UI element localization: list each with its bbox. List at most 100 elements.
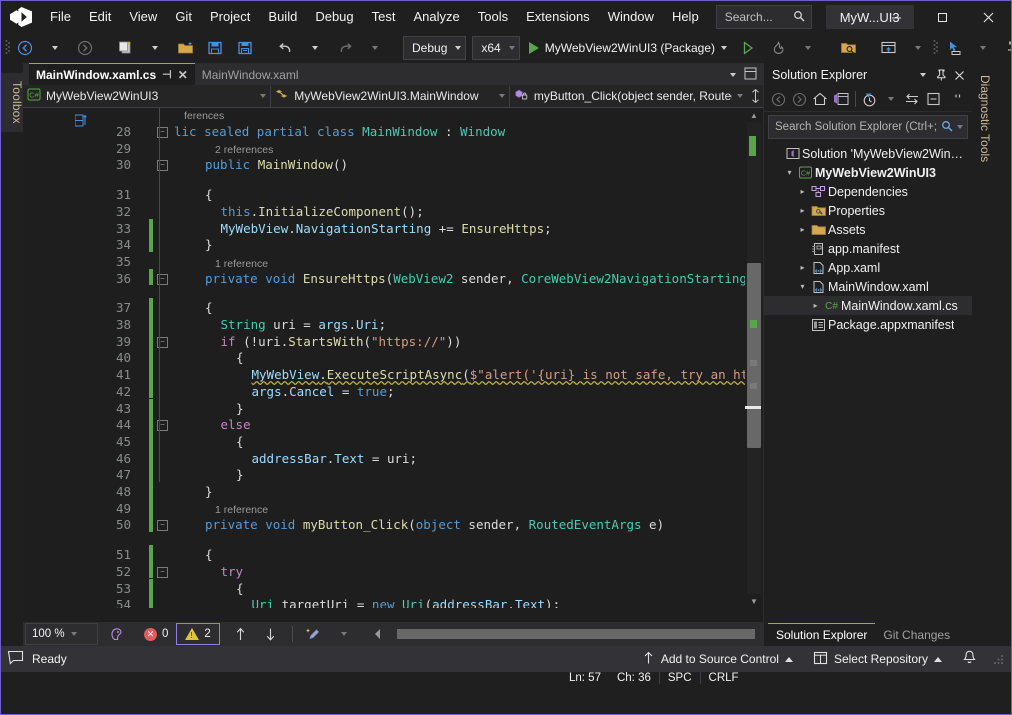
tab-git-changes[interactable]: Git Changes — [875, 624, 958, 646]
solution-platform-combo[interactable]: x64 — [472, 36, 519, 60]
tree-expander-icon[interactable]: ▸ — [796, 206, 809, 215]
scroll-up-arrow-icon[interactable]: ▲ — [745, 108, 763, 122]
code-line[interactable]: this.InitializeComponent(); — [221, 204, 424, 219]
menu-item-window[interactable]: Window — [599, 1, 663, 33]
menu-item-test[interactable]: Test — [363, 1, 405, 33]
scroll-down-arrow-icon[interactable]: ▼ — [745, 594, 763, 608]
select-repository-button[interactable]: Select Repository — [803, 646, 952, 672]
tree-item[interactable]: app.manifest — [764, 239, 972, 258]
hot-reload-icon[interactable] — [763, 36, 793, 60]
code-line[interactable]: } — [205, 484, 213, 499]
error-count-indicator[interactable]: ✕ 0 — [136, 624, 176, 644]
minimize-button[interactable] — [873, 1, 919, 33]
search-options-icon[interactable] — [957, 125, 963, 129]
document-tab-mainwindow-xaml[interactable]: MainWindow.xaml — [195, 64, 306, 85]
tree-item[interactable]: ▾C#MyWebView2WinUI3 — [764, 163, 972, 182]
outlining-collapse-icon[interactable]: − — [157, 567, 168, 578]
code-editor-surface[interactable]: ferences28−lic sealed partial class Main… — [23, 108, 763, 608]
forward-icon[interactable] — [789, 89, 809, 109]
resize-grip-icon[interactable] — [991, 652, 1005, 666]
toolbar-overflow-icon[interactable] — [948, 89, 968, 109]
next-issue-button[interactable] — [256, 622, 286, 646]
menu-item-extensions[interactable]: Extensions — [517, 1, 599, 33]
eol-indicator[interactable]: CRLF — [700, 672, 747, 684]
menu-item-file[interactable]: File — [41, 1, 80, 33]
start-debugging-button[interactable]: MyWebView2WinUI3 (Package) — [523, 36, 733, 60]
save-file-icon[interactable] — [200, 36, 230, 60]
navbar-type-combo[interactable]: MyWebView2WinUI3.MainWindow — [271, 86, 510, 107]
tree-item[interactable]: ▸App.xaml — [764, 258, 972, 277]
new-project-icon[interactable] — [110, 36, 140, 60]
tree-expander-icon[interactable]: ▾ — [796, 282, 809, 291]
code-line[interactable]: else — [221, 417, 251, 432]
code-line[interactable]: if (!uri.StartsWith("https://")) — [221, 334, 462, 349]
document-tab-mainwindow-xaml-cs[interactable]: MainWindow.xaml.cs ⊣ ✕ — [29, 63, 195, 85]
save-all-icon[interactable] — [230, 36, 260, 60]
redo-icon[interactable] — [330, 36, 360, 60]
tree-expander-icon[interactable]: ▸ — [796, 187, 809, 196]
tree-expander-icon[interactable]: ▸ — [809, 301, 822, 310]
code-line[interactable]: public MainWindow() — [205, 157, 348, 172]
back-icon[interactable] — [768, 89, 788, 109]
codelens-reference-tag[interactable]: 1 reference — [215, 258, 268, 270]
tab-solution-explorer[interactable]: Solution Explorer — [768, 623, 875, 646]
hot-reload-dropdown[interactable] — [793, 36, 823, 60]
maximize-button[interactable] — [919, 1, 965, 33]
code-line[interactable]: args.Cancel = true; — [252, 384, 395, 399]
select-element-dropdown[interactable] — [968, 36, 998, 60]
pending-changes-filter-icon[interactable] — [860, 89, 880, 109]
tree-item[interactable]: ▸C#MainWindow.xaml.cs — [764, 296, 972, 315]
editor-horizontal-thumb[interactable] — [397, 629, 755, 639]
intellicode-icon[interactable] — [102, 622, 132, 646]
code-line[interactable]: MyWebView.ExecuteScriptAsync($"alert('{u… — [252, 367, 764, 382]
tree-item[interactable]: ▸Dependencies — [764, 182, 972, 201]
codelens-reference-tag[interactable]: 1 reference — [215, 504, 268, 516]
navbar-project-combo[interactable]: C# MyWebView2WinUI3 — [23, 86, 271, 107]
pin-panel-icon[interactable] — [932, 65, 950, 85]
codelens-reference-tag[interactable]: 2 references — [215, 144, 273, 156]
menu-item-edit[interactable]: Edit — [80, 1, 120, 33]
code-line[interactable]: try — [221, 564, 244, 579]
tree-expander-icon[interactable]: ▾ — [783, 168, 796, 177]
tree-item[interactable]: ▸Properties — [764, 201, 972, 220]
close-icon[interactable]: ✕ — [178, 68, 188, 82]
tree-item[interactable]: Solution 'MyWebView2WinUI3' ( — [764, 144, 972, 163]
switch-views-icon[interactable] — [831, 89, 851, 109]
code-cleanup-icon[interactable] — [299, 622, 329, 646]
new-project-dropdown[interactable] — [140, 36, 170, 60]
navbar-member-combo[interactable]: myButton_Click(object sender, Routed — [510, 86, 748, 107]
code-line[interactable]: private void myButton_Click(object sende… — [205, 517, 664, 532]
code-line[interactable]: private void EnsureHttps(WebView2 sender… — [205, 271, 763, 286]
window-layout-dropdown[interactable] — [903, 36, 933, 60]
tree-expander-icon[interactable]: ▸ — [796, 225, 809, 234]
redo-dropdown[interactable] — [360, 36, 390, 60]
open-file-icon[interactable] — [170, 36, 200, 60]
code-line[interactable]: addressBar.Text = uri; — [252, 451, 418, 466]
previous-issue-button[interactable] — [226, 622, 256, 646]
collapse-all-icon[interactable] — [923, 89, 943, 109]
code-line[interactable]: { — [205, 187, 213, 202]
menu-item-view[interactable]: View — [120, 1, 166, 33]
close-button[interactable] — [965, 1, 1011, 33]
code-line[interactable]: MyWebView.NavigationStarting += EnsureHt… — [221, 221, 552, 236]
editor-vertical-scrollbar[interactable]: ▲ ▼ — [745, 108, 763, 608]
split-view-button[interactable] — [747, 89, 763, 103]
code-line[interactable]: { — [205, 547, 213, 562]
menu-item-tools[interactable]: Tools — [469, 1, 517, 33]
close-panel-icon[interactable] — [950, 65, 968, 85]
undo-icon[interactable] — [270, 36, 300, 60]
code-line[interactable]: Uri targetUri = new Uri(addressBar.Text)… — [252, 597, 561, 608]
notifications-button[interactable] — [952, 646, 987, 672]
solution-configuration-combo[interactable]: Debug — [403, 36, 466, 60]
code-line[interactable]: { — [236, 581, 244, 596]
code-line[interactable]: { — [236, 350, 244, 365]
menu-item-build[interactable]: Build — [259, 1, 306, 33]
zoom-level-combo[interactable]: 100 % — [25, 623, 98, 645]
global-search-box[interactable]: Search... — [716, 5, 812, 29]
diagnostic-tools-tab-label[interactable]: Diagnostic Tools — [972, 71, 994, 166]
sync-with-active-document-icon[interactable] — [902, 89, 922, 109]
search-solution-folder-icon[interactable] — [833, 36, 863, 60]
tab-overflow-icon[interactable] — [730, 73, 736, 77]
warning-count-indicator[interactable]: 2 — [176, 623, 219, 645]
navigate-backward-dropdown[interactable] — [40, 36, 70, 60]
